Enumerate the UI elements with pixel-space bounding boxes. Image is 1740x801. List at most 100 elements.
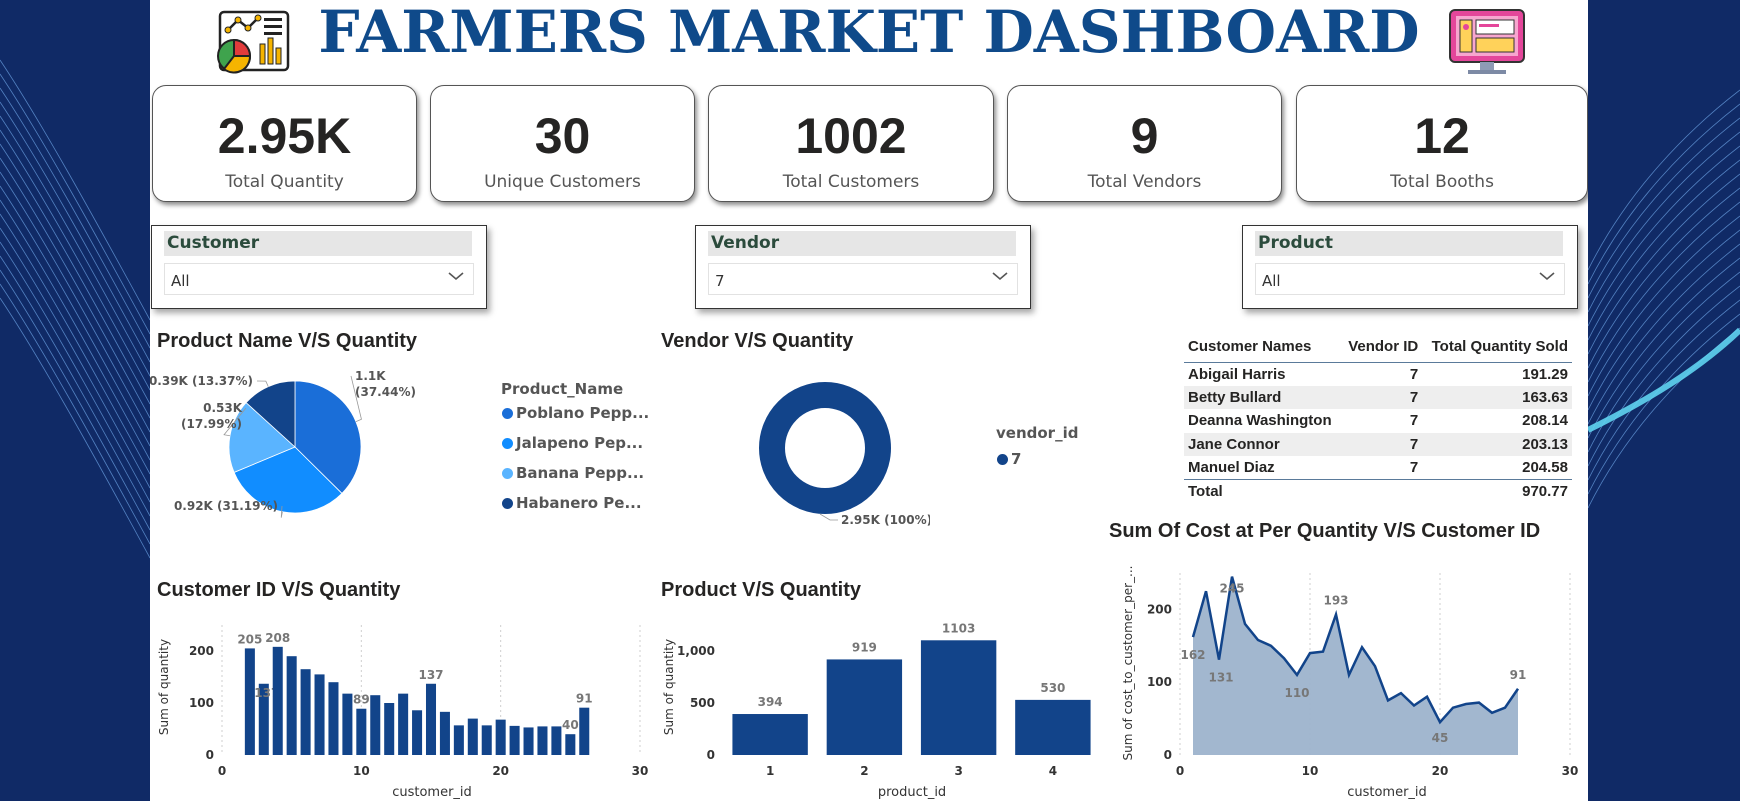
kpi-card-total-customers: 1002 Total Customers	[708, 85, 994, 202]
kpi-value: 2.95K	[217, 108, 352, 164]
cell-total-label: Total	[1184, 479, 1342, 503]
wave-line	[0, 185, 150, 447]
x-tick-label: 10	[353, 764, 370, 778]
bar	[300, 669, 311, 755]
x-axis-title: customer_id	[392, 785, 472, 800]
bar-data-label: 89	[353, 693, 370, 707]
donut-leader-line	[819, 513, 838, 521]
bar-data-label: 394	[758, 695, 783, 709]
bar	[732, 714, 808, 755]
kpi-card-total-booths: 12 Total Booths	[1296, 85, 1588, 202]
pie-data-label: 0.39K (13.37%)	[150, 374, 253, 388]
legend-item[interactable]: Jalapeno Pep...	[502, 434, 649, 464]
cell-quantity: 191.29	[1522, 365, 1568, 383]
y-tick-label: 100	[1147, 675, 1172, 689]
kpi-label: Unique Customers	[484, 172, 641, 192]
legend-item[interactable]: Banana Pepp...	[502, 464, 649, 494]
x-tick-label: 0	[218, 764, 226, 778]
cell-vendor-id: 7	[1341, 385, 1423, 409]
legend-item[interactable]: Poblano Pepp...	[502, 404, 649, 434]
legend-label: Poblano Pepp...	[516, 404, 650, 422]
y-tick-label: 500	[690, 696, 715, 710]
wave-line	[0, 59, 150, 321]
cell-customer-name: Abigail Harris	[1188, 365, 1286, 383]
vendor-donut-title: Vendor V/S Quantity	[661, 330, 854, 352]
cell-quantity: 163.63	[1422, 385, 1572, 409]
product-dropdown[interactable]: All	[1255, 263, 1565, 295]
kpi-card-total-vendors: 9 Total Vendors	[1007, 85, 1282, 202]
column-header-customer-names[interactable]: Customer Names	[1184, 332, 1342, 363]
x-tick-label: 1	[766, 764, 774, 778]
legend-item[interactable]: Habanero Pe...	[502, 494, 649, 524]
wave-line	[0, 241, 150, 503]
column-header-vendor-id[interactable]: Vendor ID	[1341, 332, 1423, 363]
x-tick-label: 30	[1562, 764, 1579, 778]
wave-line	[0, 283, 150, 545]
wave-line	[0, 143, 150, 405]
customer-slicer: Customer All	[151, 225, 487, 309]
table-header-row: Customer Names Vendor ID Total Quantity …	[1184, 332, 1572, 363]
bar	[425, 683, 437, 755]
legend-dot	[997, 454, 1008, 465]
area-data-label: 110	[1284, 686, 1309, 700]
pie-data-label: (17.99%)	[181, 417, 242, 431]
x-tick-label: 10	[1302, 764, 1319, 778]
legend-item[interactable]: 7	[997, 450, 1021, 468]
wave-highlight	[1588, 327, 1740, 433]
y-axis-title: Sum of quantity	[157, 639, 171, 735]
x-tick-label: 20	[492, 764, 509, 778]
cost-area-chart: 0 100 200 0 10 20 30 customer_id Sum of cost_to_…	[1121, 566, 1579, 800]
bar	[523, 727, 534, 755]
legend-label: Habanero Pe...	[516, 494, 642, 512]
wave-line	[0, 199, 150, 461]
wave-line	[0, 255, 150, 517]
table-total-row: Total 970.77	[1184, 479, 1572, 503]
left-wave-background	[0, 0, 150, 801]
bar	[551, 726, 562, 755]
vendor-donut-chart: 2.95K (100%)	[759, 382, 930, 527]
kpi-label: Total Vendors	[1087, 172, 1202, 192]
customer-table: Customer Names Vendor ID Total Quantity …	[1184, 332, 1572, 503]
legend-dot	[502, 468, 513, 479]
bar	[453, 725, 464, 755]
bar-data-label: 40	[562, 718, 579, 732]
customer-dropdown[interactable]: All	[164, 263, 474, 295]
y-tick-label: 100	[189, 696, 214, 710]
bar-data-label: 208	[265, 631, 290, 645]
x-tick-label: 0	[1176, 764, 1184, 778]
bar	[286, 656, 297, 755]
table-row: Jane Connor 7 203.13	[1184, 432, 1572, 456]
x-tick-label: 3	[954, 764, 962, 778]
bar	[920, 640, 997, 755]
product-legend: Poblano Pepp... Jalapeno Pep... Banana P…	[502, 404, 649, 524]
bar	[509, 725, 520, 755]
vendor-dropdown[interactable]: 7	[708, 263, 1018, 295]
cell-quantity: 204.58	[1522, 459, 1568, 476]
wave-line	[0, 101, 150, 363]
kpi-card-total-quantity: 2.95K Total Quantity	[152, 85, 417, 202]
kpi-label: Total Quantity	[225, 172, 344, 192]
bar	[328, 682, 339, 755]
column-header-total-quantity-sold[interactable]: Total Quantity Sold	[1422, 332, 1572, 363]
table-row: Deanna Washington 7 208.14	[1184, 409, 1572, 433]
legend-label: Jalapeno Pep...	[516, 434, 644, 452]
legend-dot	[502, 438, 513, 449]
bar-data-label: 91	[576, 692, 593, 706]
bar	[342, 693, 353, 755]
wave-line	[0, 269, 150, 531]
monitor-dashboard-icon	[1446, 6, 1528, 78]
donut-data-label: 2.95K (100%)	[841, 513, 930, 527]
pie-data-label: 1.1K	[355, 369, 386, 383]
pie-data-label: 0.92K (31.19%)	[174, 499, 278, 513]
slicer-header: Customer	[164, 231, 472, 256]
x-tick-label: 20	[1432, 764, 1449, 778]
wave-line	[0, 297, 150, 559]
wave-line	[0, 115, 150, 377]
area-data-label: 91	[1510, 668, 1527, 682]
cell-customer-name: Jane Connor	[1184, 432, 1342, 456]
product-pie-chart: 1.1K (37.44%) 0.92K (31.19%) 0.53K (17.99%) 0…	[150, 369, 416, 518]
x-axis-title: product_id	[878, 785, 946, 800]
bar	[537, 726, 548, 755]
bar	[356, 708, 367, 755]
bar	[481, 725, 492, 755]
